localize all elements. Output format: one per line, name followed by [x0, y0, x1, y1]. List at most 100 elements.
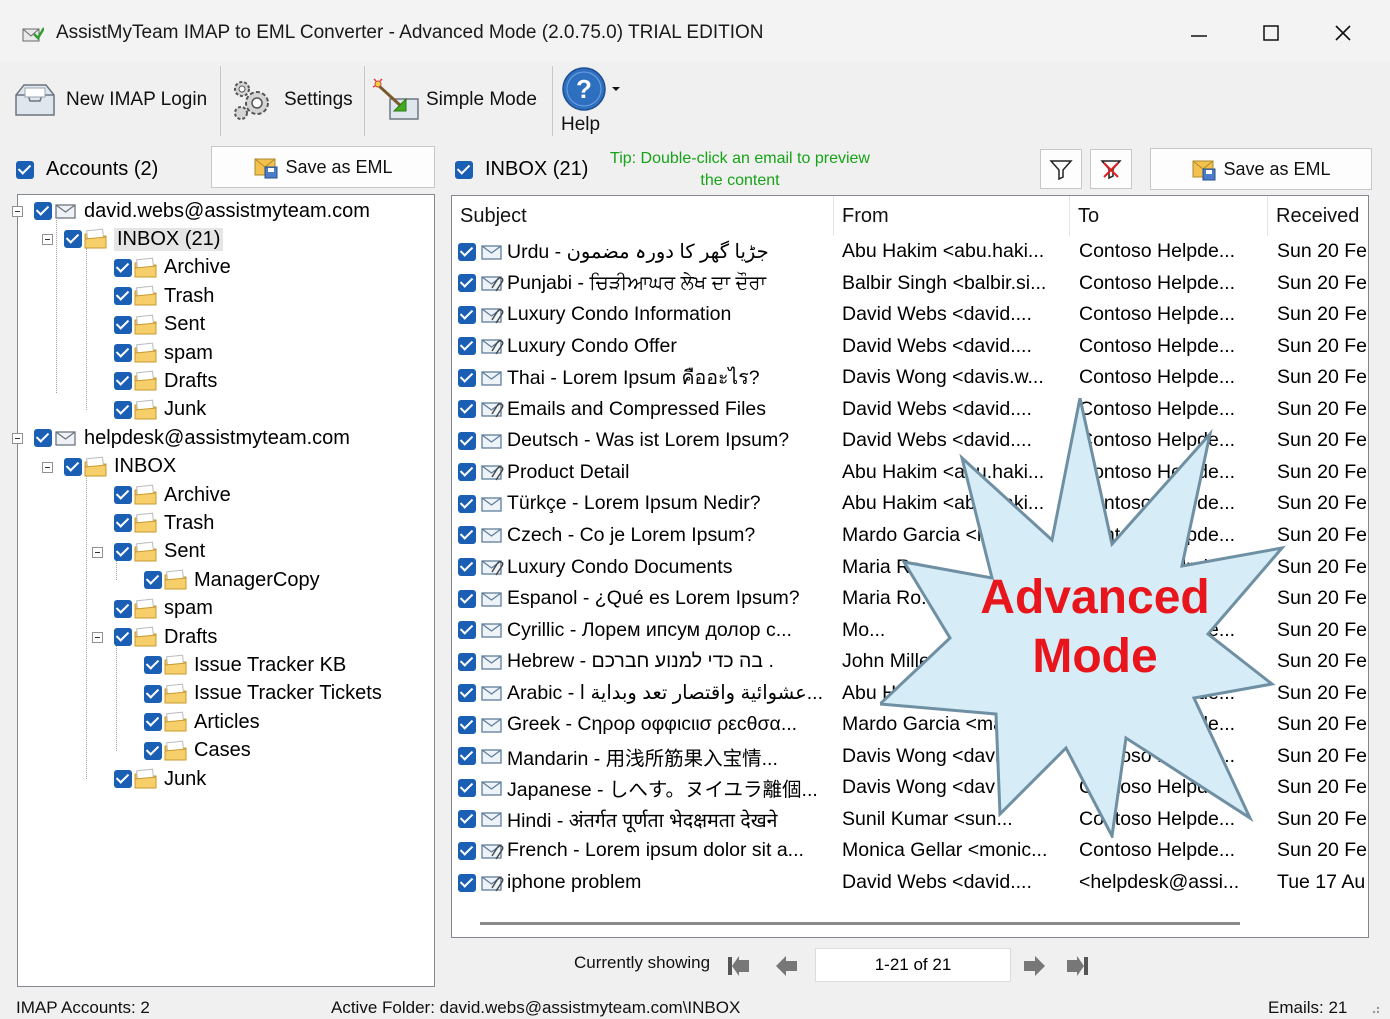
tree-folder-item[interactable]: Drafts [114, 367, 217, 395]
maximize-button[interactable] [1238, 8, 1304, 58]
tree-folder-item[interactable]: Issue Tracker KB [144, 651, 346, 679]
tree-folder-item[interactable]: Trash [114, 282, 214, 310]
email-row[interactable]: iphone problem David Webs <david.... <help… [452, 867, 1368, 898]
tree-folder-item[interactable]: Sent [114, 311, 205, 339]
email-row-checkbox[interactable] [458, 368, 476, 387]
tree-item-checkbox[interactable] [114, 486, 132, 504]
tree-item-checkbox[interactable] [34, 429, 52, 448]
tree-folder-item[interactable]: INBOX [64, 453, 176, 481]
tree-folder-item[interactable]: Issue Tracker Tickets [144, 680, 382, 708]
tree-collapse-toggle[interactable] [42, 461, 53, 473]
tree-item-checkbox[interactable] [144, 713, 162, 732]
tree-folder-item[interactable]: Cases [144, 737, 251, 765]
email-row-checkbox[interactable] [458, 526, 476, 545]
tree-account-item[interactable]: helpdesk@assistmyteam.com [34, 424, 350, 452]
email-row-checkbox[interactable] [458, 305, 476, 324]
tree-item-checkbox[interactable] [114, 258, 132, 277]
email-row-checkbox[interactable] [458, 778, 476, 797]
tree-item-checkbox[interactable] [114, 400, 132, 419]
horizontal-scrollbar[interactable] [480, 922, 1240, 925]
email-row-checkbox[interactable] [458, 684, 476, 703]
email-row-checkbox[interactable] [458, 589, 476, 608]
tree-folder-item[interactable]: ManagerCopy [144, 566, 320, 594]
column-header-from[interactable]: From [834, 196, 1070, 236]
simple-mode-button[interactable]: Simple Mode [372, 64, 537, 136]
last-page-button[interactable] [1060, 951, 1094, 981]
email-row-checkbox[interactable] [458, 841, 476, 860]
email-row-checkbox[interactable] [458, 274, 476, 293]
tree-item-checkbox[interactable] [114, 542, 132, 561]
previous-page-button[interactable] [770, 951, 804, 981]
new-imap-login-button[interactable]: New IMAP Login [14, 64, 207, 136]
tree-item-checkbox[interactable] [144, 571, 162, 590]
tree-folder-item[interactable]: Sent [114, 538, 205, 566]
tree-item-checkbox[interactable] [64, 457, 82, 476]
email-row-checkbox[interactable] [458, 873, 476, 892]
page-range-field[interactable]: 1-21 of 21 [815, 948, 1011, 982]
tree-folder-item[interactable]: Junk [114, 765, 206, 793]
tree-item-checkbox[interactable] [114, 770, 132, 788]
email-row-checkbox[interactable] [458, 242, 476, 261]
tree-item-checkbox[interactable] [114, 287, 132, 306]
email-row-checkbox[interactable] [458, 810, 476, 829]
accounts-checkbox[interactable] [16, 160, 34, 179]
tree-item-checkbox[interactable] [114, 372, 132, 391]
settings-button[interactable]: Settings [230, 64, 353, 136]
column-header-to[interactable]: To [1070, 196, 1268, 236]
email-row-checkbox[interactable] [458, 463, 476, 482]
tree-item-checkbox[interactable] [114, 628, 132, 646]
tree-item-checkbox[interactable] [144, 741, 162, 760]
column-header-received[interactable]: Received [1268, 196, 1368, 236]
email-row-checkbox[interactable] [458, 715, 476, 734]
email-row-checkbox[interactable] [458, 621, 476, 640]
tree-folder-item[interactable]: Drafts [114, 623, 217, 651]
tree-item-checkbox[interactable] [114, 514, 132, 533]
tree-collapse-toggle[interactable] [42, 234, 53, 246]
email-row-checkbox[interactable] [458, 494, 476, 513]
email-row-checkbox[interactable] [458, 431, 476, 450]
email-row[interactable]: Luxury Condo Offer David Webs <david.... C… [452, 331, 1368, 362]
tree-folder-item[interactable]: Trash [114, 509, 214, 537]
tree-folder-item[interactable]: spam [114, 595, 213, 623]
inbox-save-eml-button[interactable]: Save as EML [1150, 148, 1372, 190]
tree-folder-item[interactable]: Archive [114, 254, 231, 282]
tree-item-checkbox[interactable] [114, 599, 132, 618]
tree-collapse-toggle[interactable] [92, 546, 103, 558]
first-page-button[interactable] [722, 951, 756, 981]
tree-account-item[interactable]: david.webs@assistmyteam.com [34, 197, 370, 225]
help-button[interactable]: ? Help [561, 64, 621, 138]
tree-item-checkbox[interactable] [144, 684, 162, 703]
minimize-button[interactable] [1166, 8, 1232, 58]
email-row[interactable]: Luxury Condo Information David Webs <davi… [452, 299, 1368, 330]
filter-button[interactable] [1040, 149, 1082, 189]
email-row[interactable]: Thai - Lorem Ipsum คืออะไร? Davis Wong <d… [452, 362, 1368, 393]
email-row-checkbox[interactable] [458, 558, 476, 576]
next-page-button[interactable] [1017, 951, 1051, 981]
accounts-save-eml-button[interactable]: Save as EML [211, 146, 435, 188]
tree-folder-item[interactable]: Articles [144, 708, 260, 736]
tree-folder-item[interactable]: spam [114, 339, 213, 367]
close-button[interactable] [1310, 8, 1376, 58]
tree-item-checkbox[interactable] [114, 315, 132, 334]
resize-grip-icon[interactable] [1368, 1002, 1380, 1014]
inbox-checkbox[interactable] [455, 160, 473, 179]
column-header-subject[interactable]: Subject [452, 196, 834, 236]
tree-folder-item[interactable]: Archive [114, 481, 231, 509]
email-row-checkbox[interactable] [458, 400, 476, 419]
tree-item-checkbox[interactable] [64, 230, 82, 249]
email-row-checkbox[interactable] [458, 747, 476, 766]
tree-collapse-toggle[interactable] [12, 433, 23, 445]
tree-collapse-toggle[interactable] [92, 632, 103, 643]
tree-folder-item[interactable]: INBOX (21) [64, 225, 224, 253]
email-row[interactable]: Urdu - جڑیا گھر کا دورہ مضمون Abu Hakim <… [452, 236, 1368, 267]
tree-collapse-toggle[interactable] [12, 206, 23, 217]
tree-item-checkbox[interactable] [114, 344, 132, 362]
tree-item-checkbox[interactable] [144, 656, 162, 675]
email-row[interactable]: Punjabi - ਚਿੜੀਆਘਰ ਲੇਖ ਦਾ ਦੌਰਾ Balbir Sing… [452, 268, 1368, 299]
email-row-checkbox[interactable] [458, 337, 476, 356]
tree-folder-item[interactable]: Junk [114, 396, 206, 424]
clear-filter-button[interactable] [1090, 149, 1132, 189]
email-row[interactable]: French - Lorem ipsum dolor sit a... Monic… [452, 835, 1368, 866]
email-row-checkbox[interactable] [458, 652, 476, 671]
tree-item-checkbox[interactable] [34, 202, 52, 220]
